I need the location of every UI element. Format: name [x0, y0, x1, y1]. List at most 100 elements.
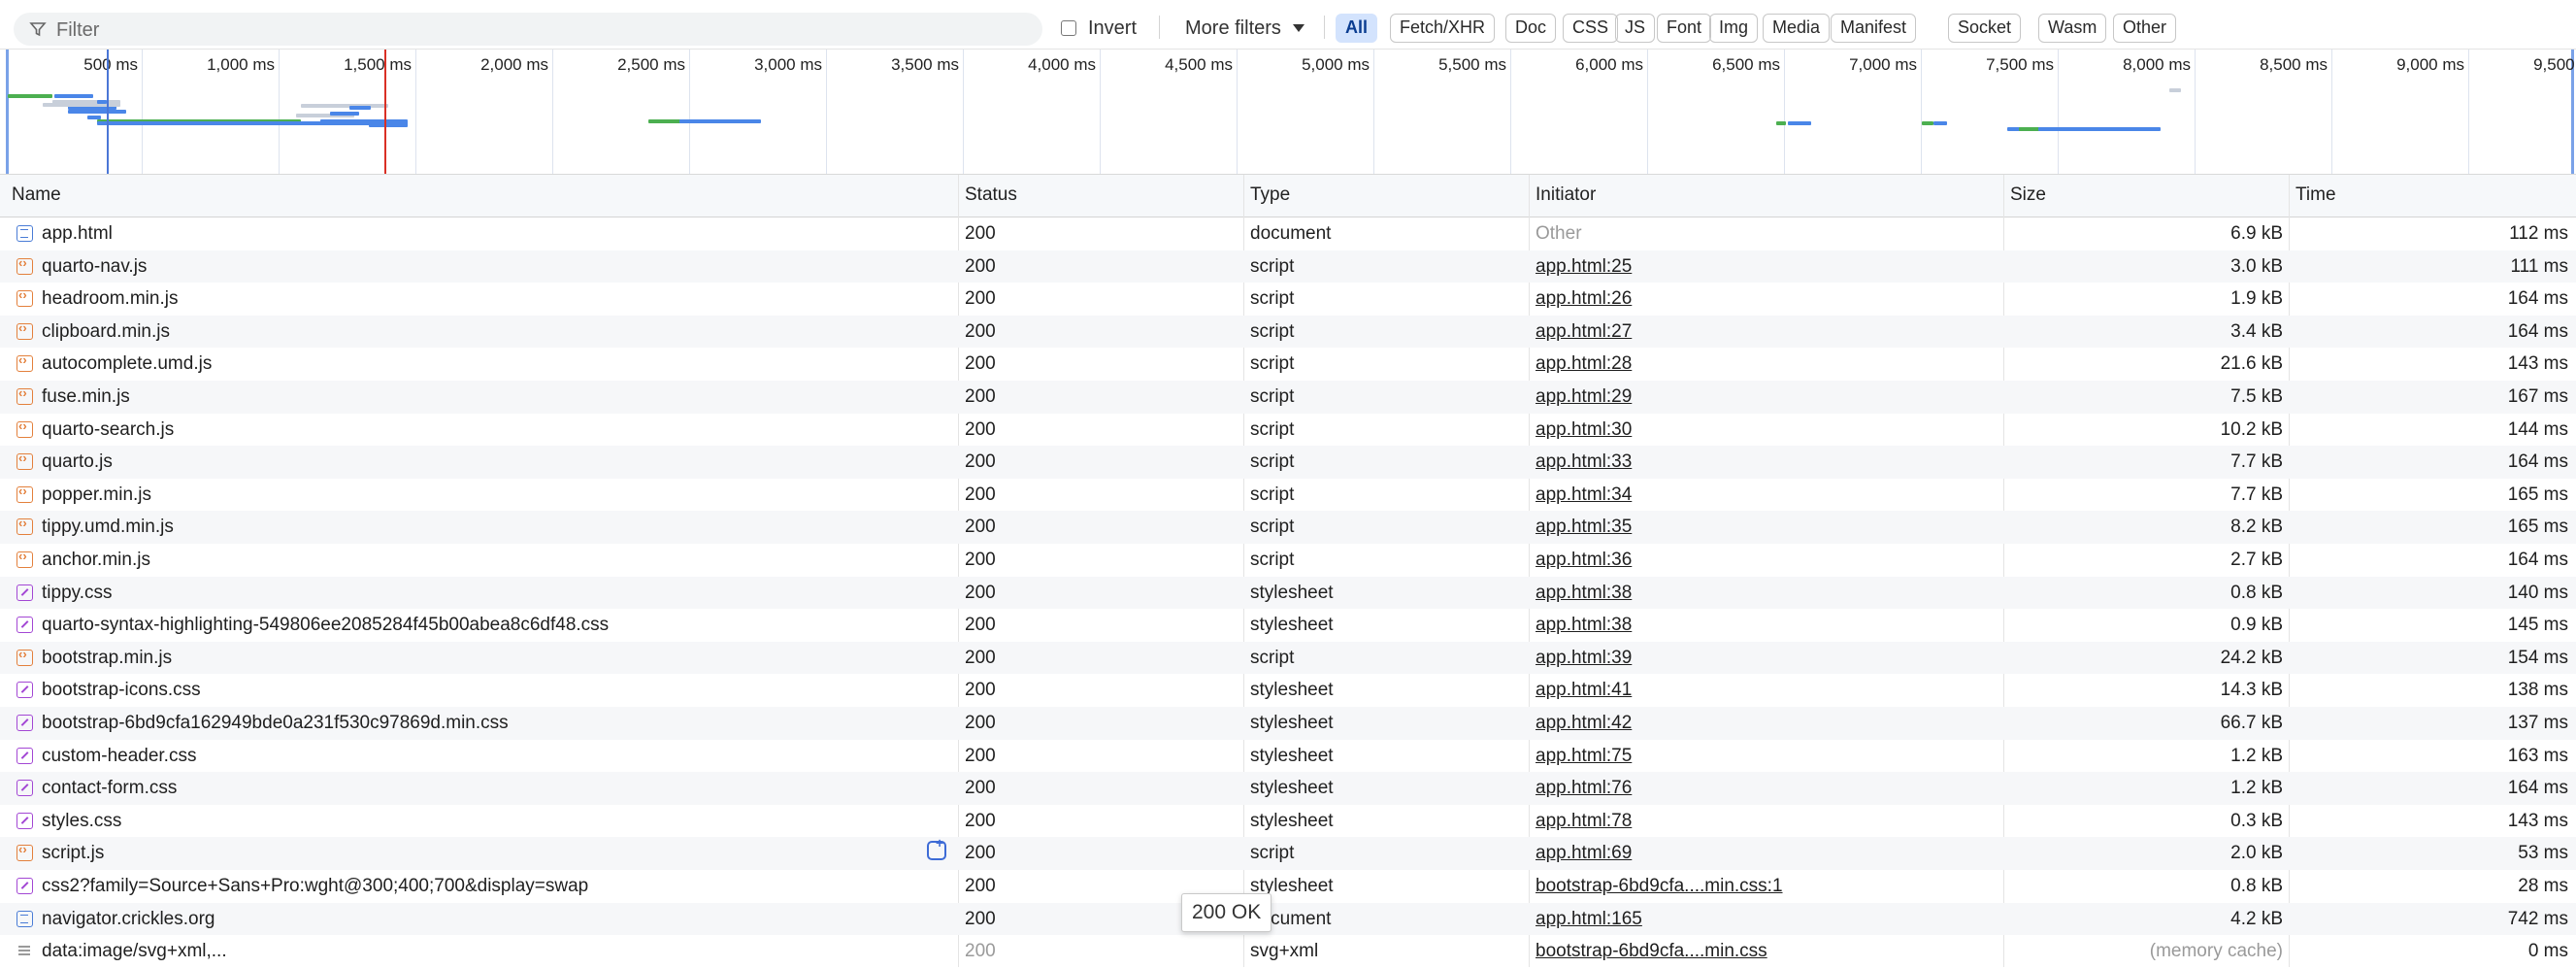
network-overview-timeline[interactable]: 500 ms 1,000 ms 1,500 ms 2,000 ms 2,500 ms 3,…: [0, 50, 2576, 175]
initiator-link[interactable]: app.html:25: [1536, 256, 1632, 278]
table-row[interactable]: quarto-search.js 200 script app.html:30 10.2…: [0, 414, 2576, 447]
table-row[interactable]: app.html 200 document Other 6.9 kB 112 ms: [0, 217, 2576, 250]
column-header-size[interactable]: Size: [2010, 184, 2046, 206]
initiator-link[interactable]: app.html:30: [1536, 419, 1632, 441]
filter-chip-other[interactable]: Other: [2113, 14, 2177, 43]
filter-input[interactable]: Filter: [14, 13, 1042, 46]
initiator-link[interactable]: app.html:26: [1536, 288, 1632, 310]
initiator-link[interactable]: app.html:78: [1536, 811, 1632, 832]
column-header-time[interactable]: Time: [2295, 184, 2336, 206]
table-row[interactable]: custom-header.css 200 stylesheet app.html:7…: [0, 740, 2576, 773]
initiator-link[interactable]: app.html:35: [1536, 517, 1632, 538]
table-row[interactable]: anchor.min.js 200 script app.html:36 2.7 kB 1…: [0, 544, 2576, 577]
invert-checkbox-box[interactable]: [1061, 20, 1076, 36]
request-size: 24.2 kB: [2220, 647, 2283, 668]
request-name: anchor.min.js: [42, 550, 150, 570]
table-row[interactable]: css2?family=Source+Sans+Pro:wght@300;400…: [0, 870, 2576, 903]
more-filters-dropdown[interactable]: More filters: [1185, 14, 1305, 43]
initiator-link[interactable]: app.html:38: [1536, 583, 1632, 604]
request-size: 6.9 kB: [2230, 223, 2283, 244]
request-status: 200: [965, 745, 996, 766]
script-icon: [17, 516, 33, 536]
ask-ai-icon[interactable]: [927, 835, 946, 860]
filter-chip-img[interactable]: Img: [1709, 14, 1759, 43]
column-header-status[interactable]: Status: [965, 184, 1017, 206]
table-row[interactable]: quarto.js 200 script app.html:33 7.7 kB 164 m…: [0, 446, 2576, 479]
table-row[interactable]: styles.css 200 stylesheet app.html:78 0.3 kB…: [0, 805, 2576, 838]
overview-gridline: [1921, 50, 1922, 174]
initiator-link[interactable]: bootstrap-6bd9cfa....min.css:1: [1536, 876, 1783, 897]
initiator-link[interactable]: app.html:36: [1536, 550, 1632, 571]
table-row[interactable]: bootstrap-icons.css 200 stylesheet app.html…: [0, 674, 2576, 707]
table-row[interactable]: popper.min.js 200 script app.html:34 7.7 kB 1…: [0, 479, 2576, 512]
table-row[interactable]: bootstrap-6bd9cfa162949bde0a231f530c9786…: [0, 707, 2576, 740]
table-row[interactable]: contact-form.css 200 stylesheet app.html:76…: [0, 772, 2576, 805]
request-status: 200: [965, 288, 996, 310]
initiator-link[interactable]: app.html:76: [1536, 778, 1632, 799]
initiator-link[interactable]: app.html:75: [1536, 746, 1632, 767]
request-name: bootstrap.min.js: [42, 647, 173, 668]
filter-chip-css[interactable]: CSS: [1563, 14, 1619, 43]
table-row[interactable]: quarto-syntax-highlighting-549806ee20852…: [0, 609, 2576, 642]
request-status: 200: [965, 876, 996, 896]
overview-request-bar: [1788, 121, 1811, 125]
overview-tick-label: 6,500 ms: [1712, 55, 1780, 74]
table-row[interactable]: quarto-nav.js 200 script app.html:25 3.0 kB 1…: [0, 250, 2576, 284]
initiator-link[interactable]: app.html:41: [1536, 680, 1632, 701]
table-row[interactable]: headroom.min.js 200 script app.html:26 1.9 k…: [0, 283, 2576, 316]
request-type: stylesheet: [1250, 615, 1334, 636]
request-name: quarto.js: [42, 451, 113, 473]
request-status: 200: [965, 223, 996, 244]
table-row[interactable]: navigator.crickles.org 200 document app.htm…: [0, 902, 2576, 936]
filter-chip-manifest[interactable]: Manifest: [1831, 14, 1917, 43]
filter-chip-media[interactable]: Media: [1763, 14, 1831, 43]
column-header-initiator[interactable]: Initiator: [1536, 184, 1596, 206]
initiator-link[interactable]: bootstrap-6bd9cfa....min.css: [1536, 941, 1767, 962]
table-row[interactable]: tippy.umd.min.js 200 script app.html:35 8.2 …: [0, 511, 2576, 544]
filter-chip-js[interactable]: JS: [1615, 14, 1656, 43]
overview-tick-label: 3,000 ms: [754, 55, 822, 74]
table-row[interactable]: data:image/svg+xml,... 200 svg+xml bootstra…: [0, 935, 2576, 968]
table-row[interactable]: script.js 200 script app.html:69 2.0 kB 53 ms: [0, 837, 2576, 870]
script-icon: [17, 255, 33, 275]
filter-chip-all[interactable]: All: [1336, 14, 1378, 43]
filter-chip-doc[interactable]: Doc: [1505, 14, 1557, 43]
filter-chip-socket[interactable]: Socket: [1948, 14, 2022, 43]
initiator-link[interactable]: app.html:42: [1536, 713, 1632, 734]
request-size: 3.0 kB: [2230, 255, 2283, 277]
request-time: 164 ms: [2507, 778, 2568, 799]
request-status: 200: [965, 582, 996, 603]
request-name: bootstrap-icons.css: [42, 680, 201, 701]
filter-chip-wasm[interactable]: Wasm: [2038, 14, 2107, 43]
request-status: 200: [965, 615, 996, 636]
request-name: tippy.umd.min.js: [42, 517, 174, 538]
table-row[interactable]: bootstrap.min.js 200 script app.html:39 24.2…: [0, 641, 2576, 675]
filter-chip-font[interactable]: Font: [1657, 14, 1712, 43]
initiator-link[interactable]: app.html:34: [1536, 484, 1632, 506]
table-row[interactable]: fuse.min.js 200 script app.html:29 7.5 kB 167…: [0, 381, 2576, 414]
invert-checkbox[interactable]: Invert: [1061, 14, 1137, 43]
initiator-link[interactable]: app.html:165: [1536, 909, 1642, 930]
initiator-link[interactable]: app.html:29: [1536, 386, 1632, 408]
filter-chip-fetch-xhr[interactable]: Fetch/XHR: [1390, 14, 1496, 43]
column-header-type[interactable]: Type: [1250, 184, 1290, 206]
column-header-name[interactable]: Name: [12, 184, 61, 206]
table-row[interactable]: clipboard.min.js 200 script app.html:27 3.4 …: [0, 315, 2576, 349]
initiator-link[interactable]: app.html:39: [1536, 648, 1632, 669]
request-type: script: [1250, 843, 1295, 864]
request-time: 0 ms: [2527, 941, 2568, 962]
request-name: script.js: [42, 843, 105, 864]
overview-request-bar: [54, 94, 93, 98]
initiator-link[interactable]: app.html:27: [1536, 321, 1632, 343]
request-type: script: [1250, 386, 1295, 407]
initiator-link[interactable]: app.html:33: [1536, 451, 1632, 473]
request-size: 4.2 kB: [2230, 908, 2283, 929]
table-row[interactable]: autocomplete.umd.js 200 script app.html:28 2…: [0, 348, 2576, 381]
stylesheet-icon: [17, 715, 33, 731]
initiator-link[interactable]: app.html:38: [1536, 615, 1632, 636]
overview-left-handle[interactable]: [6, 50, 9, 174]
initiator-link[interactable]: app.html:28: [1536, 353, 1632, 375]
initiator-link[interactable]: app.html:69: [1536, 843, 1632, 864]
table-row[interactable]: tippy.css 200 stylesheet app.html:38 0.8 kB 1…: [0, 576, 2576, 610]
table-header: Name Status Type Initiator Size Time: [0, 175, 2576, 217]
